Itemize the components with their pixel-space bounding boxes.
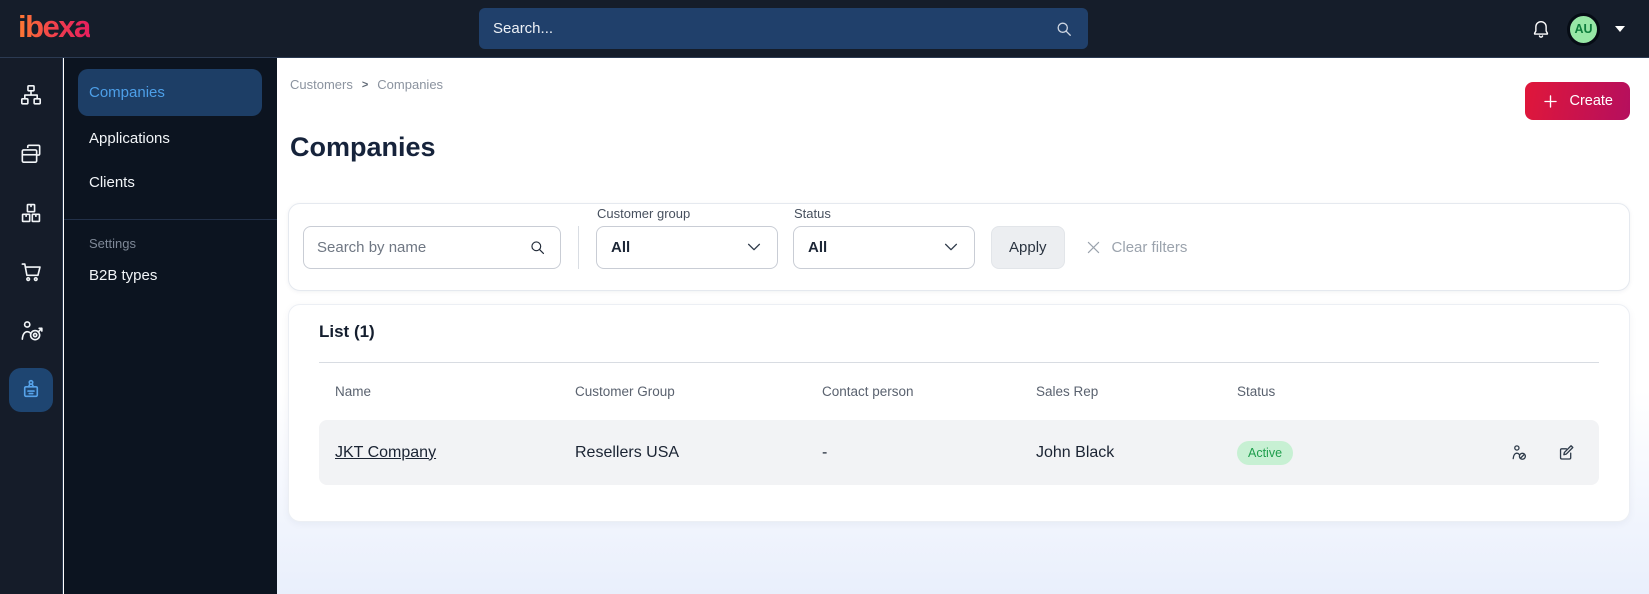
icon-rail bbox=[0, 58, 63, 594]
company-name-link[interactable]: JKT Company bbox=[335, 444, 436, 461]
companies-list-card: List (1) Name Customer Group Contact per… bbox=[288, 304, 1630, 522]
search-icon bbox=[1054, 19, 1074, 39]
breadcrumb-companies[interactable]: Companies bbox=[377, 77, 443, 92]
close-icon bbox=[1085, 239, 1102, 256]
create-button[interactable]: Create bbox=[1525, 82, 1630, 120]
user-avatar[interactable]: AU bbox=[1567, 12, 1600, 46]
rail-audience-icon[interactable] bbox=[9, 309, 53, 353]
filter-bar: Customer group All Status All bbox=[288, 203, 1630, 291]
chevron-down-icon bbox=[745, 238, 763, 256]
sidebar-item-clients[interactable]: Clients bbox=[64, 160, 277, 204]
plus-icon bbox=[1542, 93, 1559, 110]
customer-group-label: Customer group bbox=[597, 205, 691, 221]
notifications-bell-icon[interactable] bbox=[1530, 18, 1552, 40]
cell-customer-group: Resellers USA bbox=[575, 443, 680, 461]
breadcrumb-separator: > bbox=[361, 78, 369, 91]
topbar-right-cluster: AU bbox=[1530, 0, 1625, 58]
rail-content-tree-icon[interactable] bbox=[9, 73, 53, 117]
cell-sales-rep: John Black bbox=[1036, 443, 1115, 461]
col-header-status: Status bbox=[1237, 384, 1276, 399]
cell-name: JKT Company bbox=[335, 444, 575, 462]
deactivate-user-icon[interactable] bbox=[1509, 442, 1530, 463]
user-menu-caret-icon[interactable] bbox=[1615, 26, 1625, 32]
ibexa-logo: ibexa bbox=[18, 9, 91, 44]
clear-filters-button[interactable]: Clear filters bbox=[1085, 239, 1187, 256]
rail-company-badge-icon[interactable] bbox=[9, 368, 53, 412]
name-search-input[interactable] bbox=[317, 238, 528, 256]
rail-products-icon[interactable] bbox=[9, 191, 53, 235]
row-actions bbox=[1509, 442, 1583, 463]
rail-pages-icon[interactable] bbox=[9, 132, 53, 176]
col-header-sales-rep: Sales Rep bbox=[1036, 384, 1099, 399]
global-search-input[interactable] bbox=[493, 20, 1054, 37]
sidebar-item-applications[interactable]: Applications bbox=[64, 116, 277, 160]
customer-group-select[interactable]: All bbox=[596, 225, 778, 269]
table-row: JKT Company Resellers USA - John Black A… bbox=[319, 420, 1599, 485]
col-header-name: Name bbox=[335, 384, 372, 399]
cell-status: Active bbox=[1237, 440, 1509, 465]
rail-cart-icon[interactable] bbox=[9, 250, 53, 294]
edit-icon[interactable] bbox=[1556, 442, 1577, 463]
top-bar: ibexa AU bbox=[0, 0, 1649, 58]
col-header-customer-group: Customer Group bbox=[575, 384, 675, 399]
secondary-sidebar: Companies Applications Clients Settings … bbox=[64, 58, 277, 594]
customer-group-filter: Customer group All bbox=[596, 206, 778, 269]
main-content: Customers > Companies Create Companies C… bbox=[277, 58, 1649, 594]
name-search-field[interactable] bbox=[303, 225, 561, 269]
status-label: Status bbox=[794, 205, 831, 221]
chevron-down-icon bbox=[942, 238, 960, 256]
list-title: List (1) bbox=[319, 322, 375, 341]
breadcrumb: Customers > Companies bbox=[290, 77, 443, 92]
col-header-contact-person: Contact person bbox=[822, 384, 914, 399]
page-title: Companies bbox=[290, 132, 436, 162]
status-select[interactable]: All bbox=[793, 225, 975, 269]
table-header: Name Customer Group Contact person Sales… bbox=[319, 363, 1599, 420]
global-search[interactable] bbox=[479, 8, 1088, 49]
status-filter: Status All bbox=[793, 206, 975, 269]
filter-divider bbox=[578, 225, 579, 269]
sidebar-item-b2b-types[interactable]: B2B types bbox=[64, 253, 277, 297]
sidebar-item-companies[interactable]: Companies bbox=[78, 69, 262, 116]
cell-contact-person: - bbox=[822, 443, 828, 461]
breadcrumb-customers[interactable]: Customers bbox=[290, 77, 353, 92]
apply-button[interactable]: Apply bbox=[991, 225, 1065, 269]
search-icon bbox=[528, 238, 547, 257]
status-badge: Active bbox=[1237, 440, 1294, 465]
sidebar-section-settings: Settings bbox=[89, 236, 136, 251]
